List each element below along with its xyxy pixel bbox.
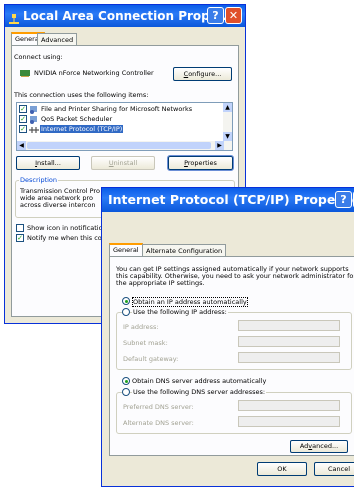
- install-button[interactable]: Install...: [16, 156, 80, 170]
- subnet-mask-label: Subnet mask:: [123, 339, 168, 347]
- item-label: QoS Packet Scheduler: [41, 115, 113, 123]
- help-button[interactable]: ?: [335, 191, 352, 208]
- help-button[interactable]: ?: [207, 7, 224, 24]
- notify-label: Notify me when this co: [27, 234, 102, 242]
- preferred-dns-field: [238, 400, 340, 411]
- use-dns-label[interactable]: Use the following DNS server addresses:: [132, 388, 267, 396]
- alternate-dns-field: [238, 416, 340, 427]
- tcpip-properties-window: Internet Protocol (TCP/IP) Properties ? …: [101, 187, 354, 487]
- obtain-dns-radio[interactable]: [122, 377, 130, 385]
- lac-title-bar[interactable]: Local Area Connection Prope... ? ✕: [5, 5, 245, 27]
- uninstall-button: Uninstall: [91, 156, 155, 170]
- close-button[interactable]: ✕: [225, 7, 242, 24]
- advanced-button[interactable]: Advanced...: [290, 440, 348, 453]
- qos-scheduler-icon: [29, 115, 39, 124]
- alternate-dns-label: Alternate DNS server:: [123, 419, 194, 427]
- intro-text-line: the appropriate IP settings.: [116, 279, 205, 287]
- obtain-ip-radio[interactable]: [122, 297, 130, 305]
- ip-address-label: IP address:: [123, 323, 159, 331]
- network-connection-icon: [9, 10, 19, 24]
- use-ip-label[interactable]: Use the following IP address:: [132, 308, 228, 316]
- tcpip-window-title: Internet Protocol (TCP/IP) Properties: [108, 192, 354, 207]
- list-item[interactable]: ✓ QoS Packet Scheduler: [19, 115, 215, 124]
- ok-button[interactable]: OK: [257, 462, 307, 476]
- use-ip-radio[interactable]: [122, 308, 130, 316]
- dns-group: [116, 392, 352, 434]
- vertical-scrollbar[interactable]: ▲ ▼: [223, 103, 232, 141]
- tab-general[interactable]: General: [109, 243, 143, 256]
- tab-advanced[interactable]: Advanced: [37, 33, 78, 45]
- obtain-dns-label[interactable]: Obtain DNS server address automatically: [132, 377, 266, 385]
- connect-using-label: Connect using:: [14, 53, 63, 61]
- horizontal-scrollbar[interactable]: ◀ ▶: [17, 141, 232, 150]
- lac-window-title: Local Area Connection Prope...: [23, 9, 232, 23]
- list-item[interactable]: ✓ File and Printer Sharing for Microsoft…: [19, 105, 215, 114]
- item-checkbox[interactable]: ✓: [19, 115, 27, 123]
- scroll-thumb[interactable]: [27, 142, 211, 149]
- show-icon-label: Show icon in notificatio: [27, 224, 103, 232]
- default-gateway-field: [238, 352, 340, 363]
- tab-alternate-configuration[interactable]: Alternate Configuration: [142, 244, 227, 256]
- description-label: Description: [19, 176, 59, 184]
- use-dns-radio[interactable]: [122, 388, 130, 396]
- scroll-right-icon[interactable]: ▶: [215, 141, 224, 150]
- items-list[interactable]: ✓ File and Printer Sharing for Microsoft…: [16, 102, 233, 151]
- network-adapter-icon: [20, 70, 30, 77]
- tcpip-title-bar[interactable]: Internet Protocol (TCP/IP) Properties ? …: [102, 188, 354, 212]
- cancel-button[interactable]: Cancel: [314, 462, 354, 476]
- adapter-name: NVIDIA nForce Networking Controller: [34, 69, 154, 77]
- item-label: File and Printer Sharing for Microsoft N…: [41, 105, 193, 113]
- tcpip-general-panel: You can get IP settings assigned automat…: [109, 256, 354, 456]
- scroll-left-icon[interactable]: ◀: [17, 141, 26, 150]
- show-icon-checkbox[interactable]: [16, 224, 24, 232]
- list-item[interactable]: ✓ Internet Protocol (TCP/IP): [19, 125, 215, 134]
- subnet-mask-field: [238, 336, 340, 347]
- description-text-line: across diverse intercon: [20, 201, 96, 209]
- default-gateway-label: Default gateway:: [123, 355, 179, 363]
- ip-address-field: [238, 320, 340, 331]
- scroll-up-icon[interactable]: ▲: [223, 103, 232, 112]
- protocol-icon: [29, 126, 39, 134]
- preferred-dns-label: Preferred DNS server:: [123, 403, 194, 411]
- item-label-selected: Internet Protocol (TCP/IP): [40, 125, 124, 133]
- item-checkbox[interactable]: ✓: [19, 125, 27, 133]
- properties-button[interactable]: Properties: [167, 155, 234, 171]
- configure-button[interactable]: Configure...: [173, 67, 232, 81]
- items-label: This connection uses the following items…: [14, 91, 149, 99]
- obtain-ip-label[interactable]: Obtain an IP address automatically: [132, 297, 248, 307]
- file-sharing-icon: [29, 105, 39, 114]
- scroll-down-icon[interactable]: ▼: [223, 132, 232, 141]
- item-checkbox[interactable]: ✓: [19, 105, 27, 113]
- notify-checkbox[interactable]: ✓: [16, 234, 24, 242]
